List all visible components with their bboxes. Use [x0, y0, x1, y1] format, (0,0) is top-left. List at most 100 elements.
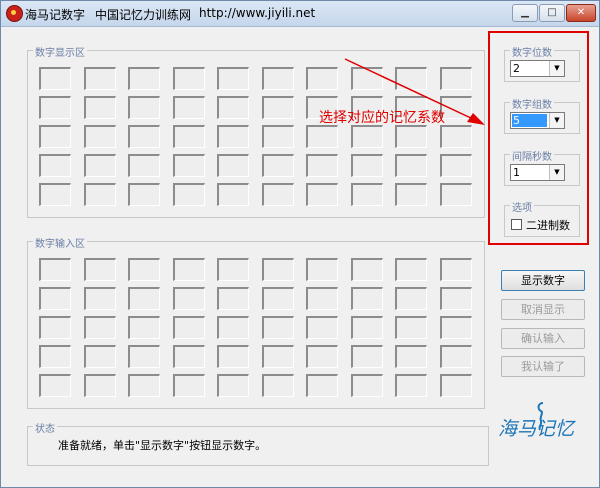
options-group: 选项 二进制数: [504, 199, 580, 237]
binary-checkbox-label: 二进制数: [526, 219, 570, 232]
input-digit-cell[interactable]: [306, 316, 338, 339]
input-digit-cell[interactable]: [39, 374, 71, 397]
input-digit-cell[interactable]: [306, 345, 338, 368]
input-digit-cell[interactable]: [350, 374, 383, 397]
input-digit-cell[interactable]: [306, 258, 338, 281]
input-digit-cell[interactable]: [439, 345, 472, 368]
interval-seconds-label: 间隔秒数: [510, 148, 554, 163]
input-digit-cell[interactable]: [439, 258, 472, 281]
input-digit-cell[interactable]: [172, 287, 205, 310]
input-digit-cell[interactable]: [217, 374, 249, 397]
cancel-display-button[interactable]: 取消显示: [501, 299, 585, 320]
display-digit-cell: [261, 67, 294, 90]
title-bar: 海马记数字 中国记忆力训练网 http://www.jiyili.net ▁ □…: [1, 1, 599, 27]
close-button[interactable]: ✕: [566, 4, 596, 22]
display-digit-cell: [439, 154, 472, 177]
input-digit-cell[interactable]: [172, 316, 205, 339]
display-digit-cell: [306, 154, 338, 177]
input-digit-cell[interactable]: [172, 258, 205, 281]
input-digit-cell[interactable]: [172, 374, 205, 397]
display-digit-cell: [172, 67, 205, 90]
chevron-down-icon[interactable]: ▼: [549, 61, 564, 76]
input-digit-cell[interactable]: [261, 374, 294, 397]
input-digit-cell[interactable]: [395, 287, 427, 310]
input-digit-cell[interactable]: [172, 345, 205, 368]
input-digit-cell[interactable]: [39, 258, 71, 281]
input-digit-cell[interactable]: [261, 345, 294, 368]
input-digit-cell[interactable]: [439, 374, 472, 397]
group-count-group: 数字组数 5 ▼: [504, 96, 580, 134]
input-digit-cell[interactable]: [83, 374, 116, 397]
chevron-down-icon[interactable]: ▼: [549, 165, 564, 180]
input-digit-cell[interactable]: [395, 316, 427, 339]
minimize-button[interactable]: ▁: [512, 4, 538, 22]
display-digit-cell: [439, 67, 472, 90]
input-digit-cell[interactable]: [128, 287, 160, 310]
display-digit-cell: [217, 183, 249, 206]
digits-per-group-select[interactable]: 2 ▼: [510, 60, 565, 77]
input-digit-cell[interactable]: [306, 287, 338, 310]
input-digit-cell[interactable]: [306, 374, 338, 397]
display-digit-cell: [39, 183, 71, 206]
input-digit-cell[interactable]: [39, 345, 71, 368]
input-digit-cell[interactable]: [83, 287, 116, 310]
input-digit-cell[interactable]: [128, 258, 160, 281]
display-digit-cell: [39, 154, 71, 177]
input-digit-cell[interactable]: [350, 316, 383, 339]
input-digit-cell[interactable]: [395, 258, 427, 281]
give-up-button[interactable]: 我认输了: [501, 356, 585, 377]
input-digit-cell[interactable]: [128, 316, 160, 339]
input-digit-cell[interactable]: [128, 374, 160, 397]
display-digit-cell: [350, 125, 383, 148]
input-digit-cell[interactable]: [261, 287, 294, 310]
display-digit-cell: [306, 183, 338, 206]
display-digit-cell: [261, 96, 294, 119]
group-count-value: 5: [512, 114, 547, 127]
input-digit-cell[interactable]: [83, 316, 116, 339]
input-digit-cell[interactable]: [128, 345, 160, 368]
input-digit-cell[interactable]: [439, 316, 472, 339]
chevron-down-icon[interactable]: ▼: [549, 113, 564, 128]
display-digit-cell: [350, 154, 383, 177]
display-digit-cell: [83, 154, 116, 177]
options-label: 选项: [510, 199, 534, 214]
display-digit-cell: [128, 96, 160, 119]
input-digit-cell[interactable]: [439, 287, 472, 310]
display-digit-cell: [172, 183, 205, 206]
display-digit-cell: [261, 183, 294, 206]
input-digit-cell[interactable]: [39, 316, 71, 339]
input-digit-cell[interactable]: [217, 258, 249, 281]
display-area-group: 数字显示区: [27, 44, 485, 218]
input-digit-cell[interactable]: [83, 258, 116, 281]
display-digit-cell: [39, 96, 71, 119]
input-digit-cell[interactable]: [83, 345, 116, 368]
input-digit-cell[interactable]: [395, 374, 427, 397]
input-digit-cell[interactable]: [350, 287, 383, 310]
binary-checkbox[interactable]: [511, 219, 522, 230]
group-count-select[interactable]: 5 ▼: [510, 112, 565, 129]
maximize-button[interactable]: □: [539, 4, 565, 22]
digits-per-group-label: 数字位数: [510, 44, 554, 59]
input-digit-cell[interactable]: [217, 345, 249, 368]
input-digit-cell[interactable]: [350, 345, 383, 368]
display-digit-cell: [261, 125, 294, 148]
confirm-input-button[interactable]: 确认输入: [501, 328, 585, 349]
show-digits-button[interactable]: 显示数字: [501, 270, 585, 291]
display-digit-cell: [128, 154, 160, 177]
input-digit-cell[interactable]: [350, 258, 383, 281]
interval-seconds-select[interactable]: 1 ▼: [510, 164, 565, 181]
display-digit-cell: [128, 67, 160, 90]
input-digit-cell[interactable]: [217, 287, 249, 310]
status-group: 状态 准备就绪，单击"显示数字"按钮显示数字。: [27, 420, 489, 466]
display-digit-cell: [395, 67, 427, 90]
input-digit-cell[interactable]: [217, 316, 249, 339]
input-digit-cell[interactable]: [39, 287, 71, 310]
display-digit-cell: [83, 67, 116, 90]
display-digit-cell: [217, 125, 249, 148]
input-digit-cell[interactable]: [395, 345, 427, 368]
input-digit-cell[interactable]: [261, 258, 294, 281]
display-digit-cell: [395, 154, 427, 177]
display-digit-cell: [172, 125, 205, 148]
input-area-group: 数字输入区: [27, 235, 485, 409]
input-digit-cell[interactable]: [261, 316, 294, 339]
